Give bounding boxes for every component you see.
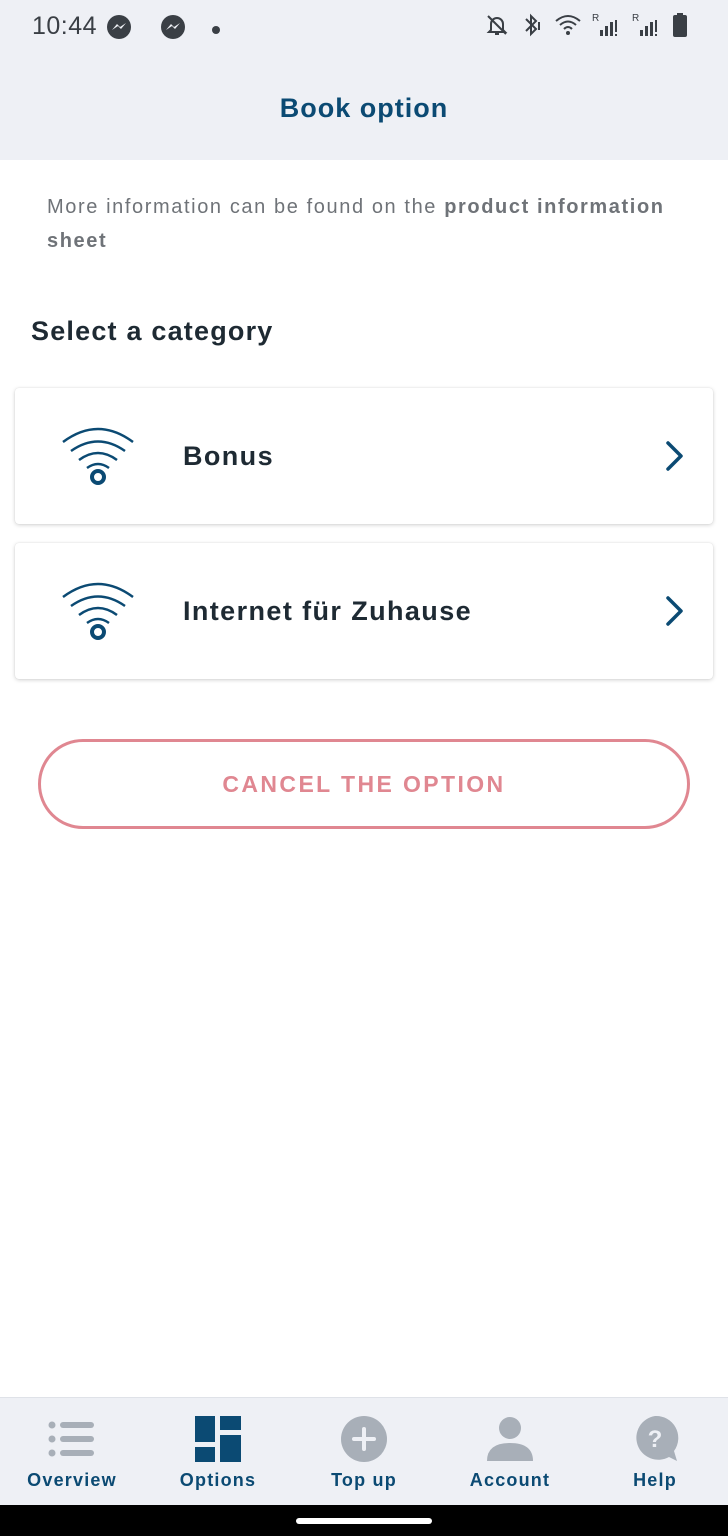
nav-item-options[interactable]: Options: [158, 1398, 278, 1506]
list-icon: [47, 1414, 97, 1464]
info-text: More information can be found on the pro…: [47, 190, 687, 258]
wifi-status-icon: [554, 13, 582, 42]
bluetooth-icon: [520, 12, 544, 43]
page-title: Book option: [279, 92, 449, 123]
wifi-icon: [61, 424, 135, 486]
nav-label: Options: [179, 1470, 257, 1490]
nav-label: Top up: [331, 1470, 397, 1490]
nav-label: Overview: [27, 1470, 117, 1490]
notification-dot-icon: [212, 25, 220, 34]
nav-label: Help: [633, 1470, 677, 1490]
status-right-icons: R R: [484, 12, 688, 43]
svg-text:R: R: [592, 13, 599, 24]
dashboard-icon: [193, 1414, 243, 1464]
messenger-icon: [160, 14, 186, 45]
svg-text:?: ?: [648, 1426, 663, 1453]
chevron-right-icon: [665, 440, 685, 472]
category-card-internet-fur-zuhause[interactable]: Internet für Zuhause: [15, 543, 713, 679]
section-title: Select a category: [31, 316, 274, 346]
battery-icon: [672, 12, 688, 43]
svg-text:R: R: [632, 13, 639, 24]
status-left-icons: [106, 14, 220, 45]
messenger-icon: [106, 14, 132, 45]
nav-item-top-up[interactable]: Top up: [304, 1398, 424, 1506]
chevron-right-icon: [665, 595, 685, 627]
nav-item-help[interactable]: ? Help: [595, 1398, 715, 1506]
status-bar: 10:44 R R: [0, 0, 728, 56]
home-gesture-handle[interactable]: [296, 1518, 432, 1524]
status-time: 10:44: [32, 12, 98, 40]
nav-item-overview[interactable]: Overview: [12, 1398, 132, 1506]
gesture-bar: [0, 1505, 728, 1536]
info-text-prefix: More information can be found on the: [47, 196, 445, 218]
app-header: Book option: [0, 56, 728, 160]
category-card-bonus[interactable]: Bonus: [15, 388, 713, 524]
nav-item-account[interactable]: Account: [450, 1398, 570, 1506]
category-label: Internet für Zuhause: [183, 595, 473, 626]
wifi-icon: [61, 579, 135, 641]
category-label: Bonus: [183, 440, 274, 471]
help-bubble-icon: ?: [630, 1414, 680, 1464]
nav-label: Account: [469, 1470, 551, 1490]
signal-r-icon: R: [632, 12, 662, 43]
bottom-nav: Overview Options Top up Account ? Help: [0, 1397, 728, 1505]
signal-r-icon: R: [592, 12, 622, 43]
cancel-option-button[interactable]: CANCEL THE OPTION: [38, 739, 690, 829]
plus-circle-icon: [339, 1414, 389, 1464]
person-icon: [485, 1414, 535, 1464]
notifications-off-icon: [484, 12, 510, 43]
